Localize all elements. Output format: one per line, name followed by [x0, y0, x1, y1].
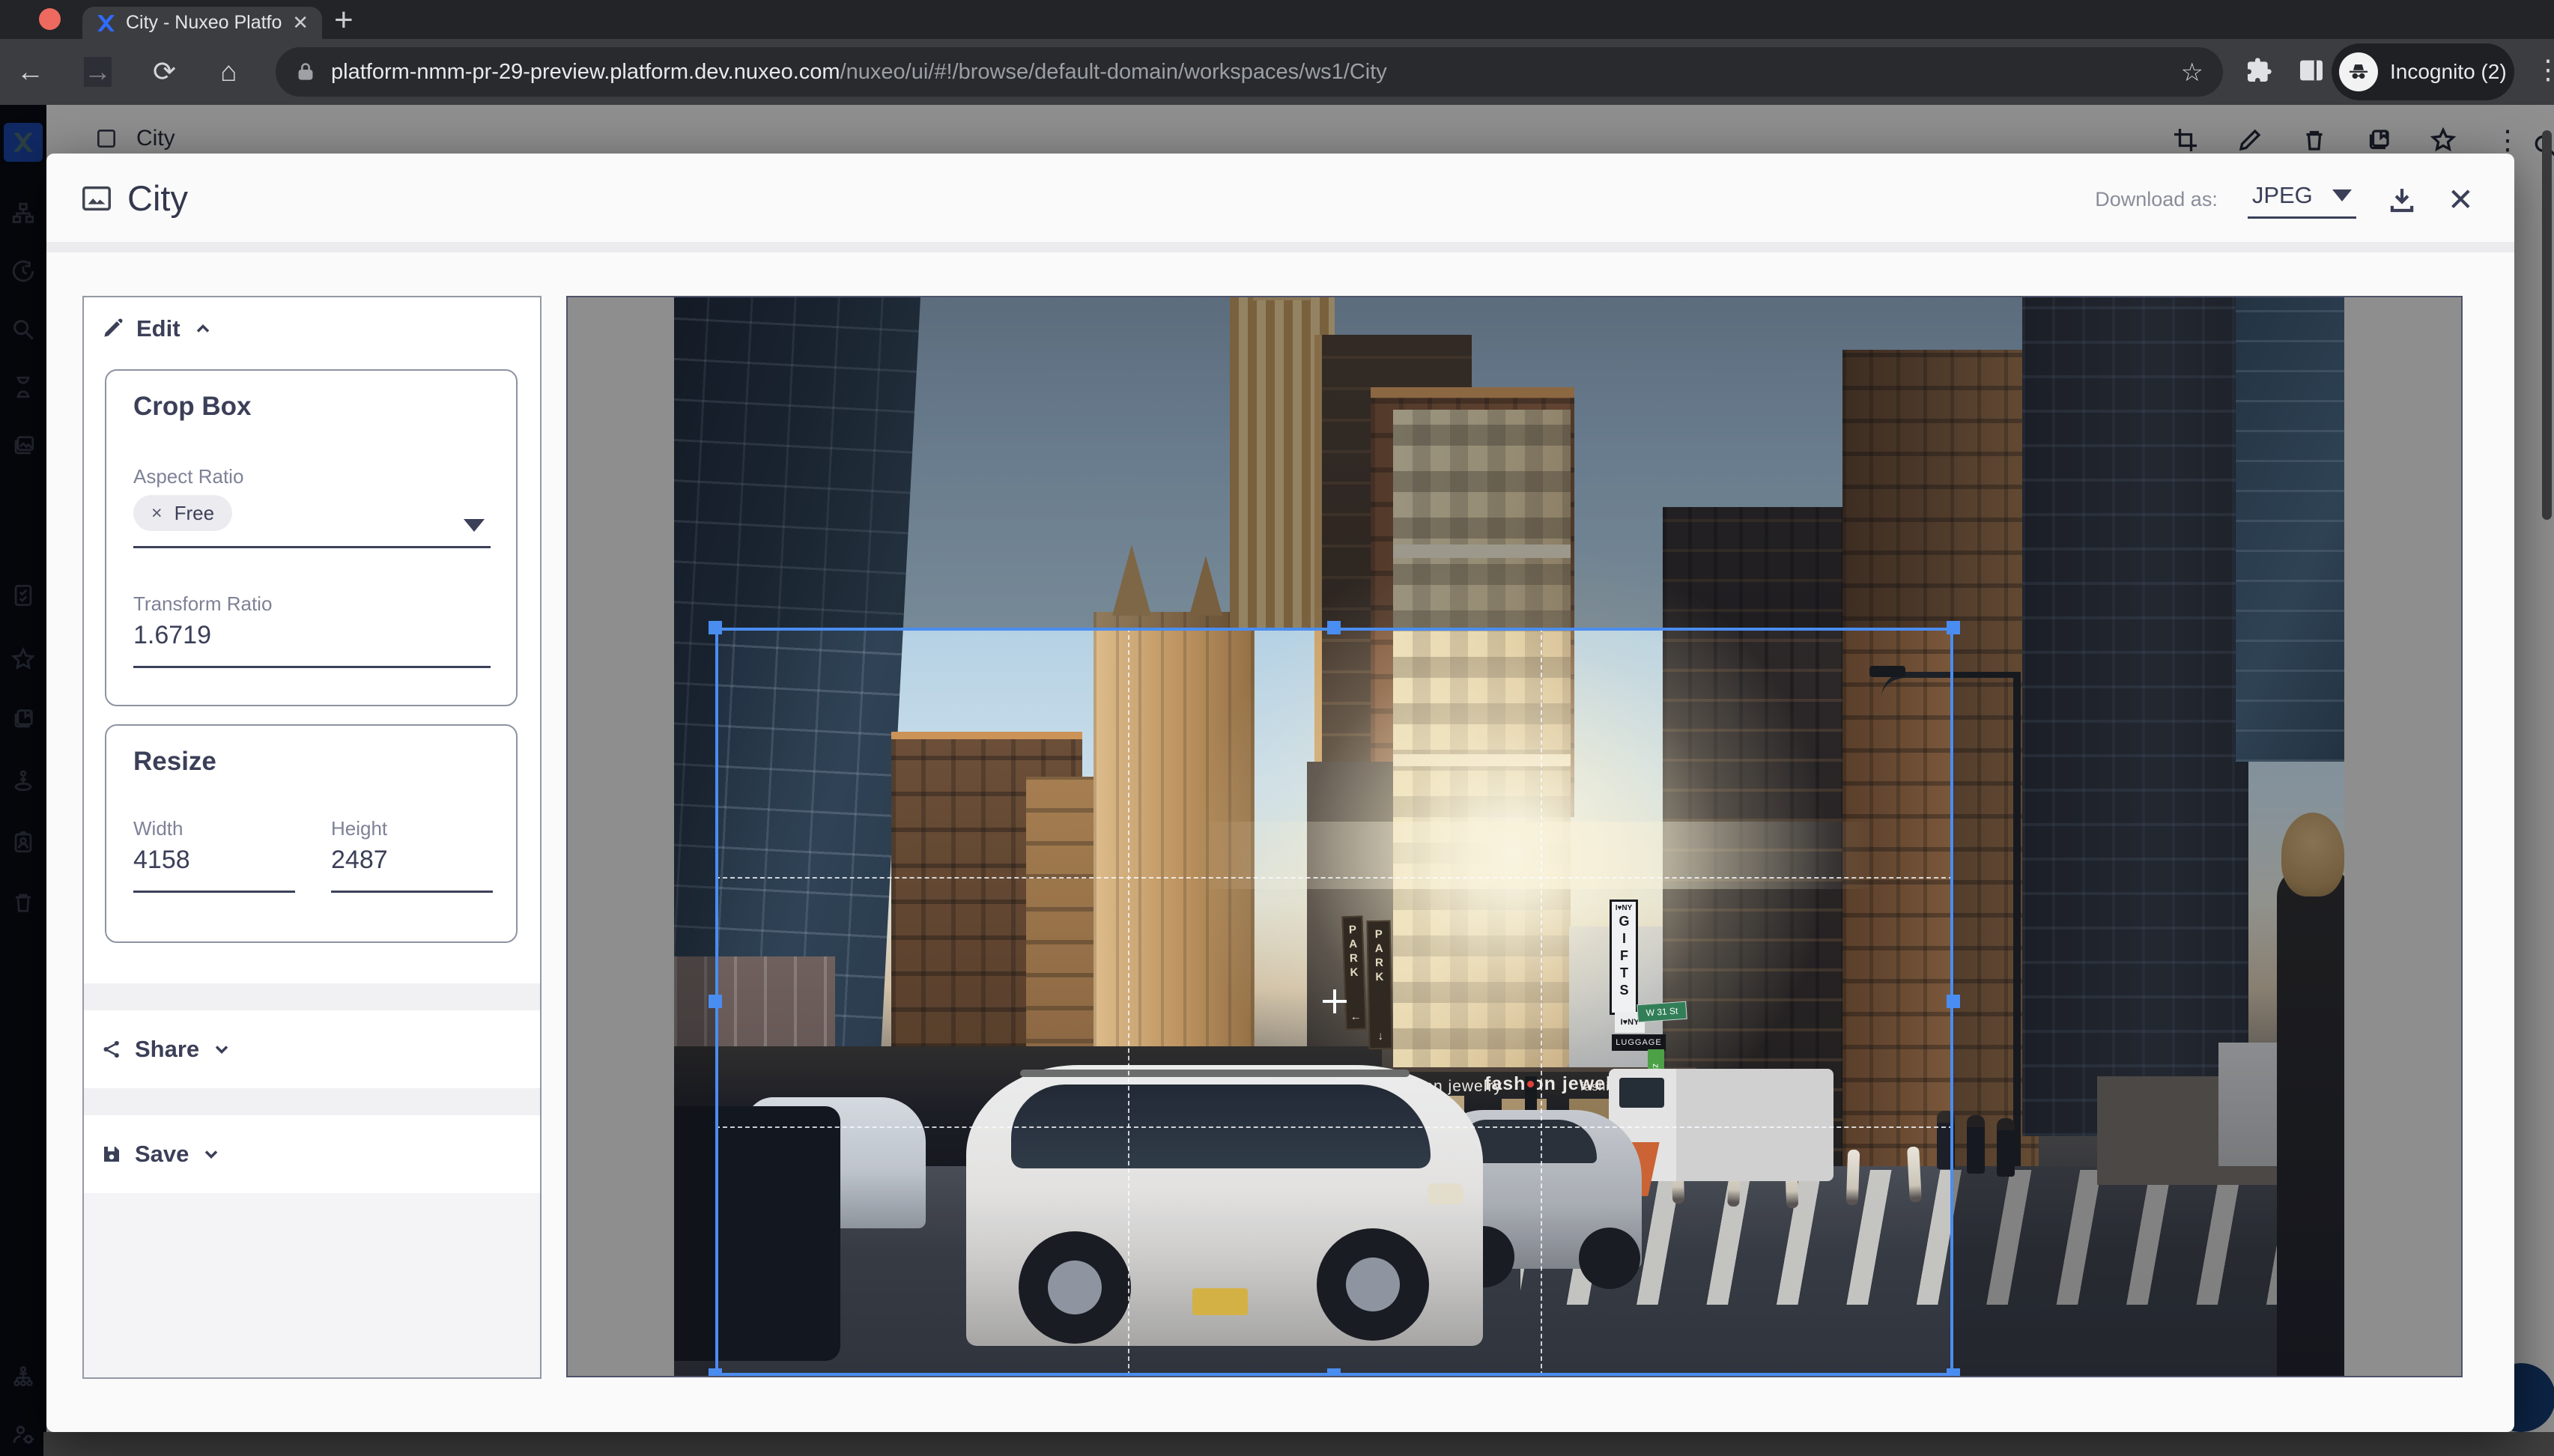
dialog-title: City — [127, 178, 188, 219]
lock-icon — [295, 61, 316, 82]
forward-icon[interactable]: → — [84, 57, 112, 87]
incognito-label: Incognito (2) — [2390, 60, 2507, 84]
share-icon — [100, 1038, 123, 1061]
crop-handle-top-right[interactable] — [1947, 621, 1960, 634]
crop-handle-middle-right[interactable] — [1947, 995, 1960, 1008]
extensions-icon[interactable] — [2244, 55, 2274, 85]
tab-strip: City - Nuxeo Platform ✕ + — [0, 0, 2554, 39]
chevron-down-icon — [201, 1144, 222, 1165]
url-text: platform-nmm-pr-29-preview.platform.dev.… — [331, 60, 1387, 85]
browser-menu-icon[interactable]: ⋮ — [2535, 54, 2554, 85]
download-format-select[interactable]: JPEG — [2248, 181, 2356, 219]
home-icon[interactable]: ⌂ — [220, 57, 237, 87]
share-section-toggle[interactable]: Share — [84, 1010, 540, 1088]
crop-box-card: Crop Box Aspect Ratio × Free Transform R… — [105, 369, 518, 706]
chevron-up-icon — [192, 318, 213, 339]
transform-ratio-input[interactable]: 1.6719 — [133, 621, 211, 650]
tab-close-icon[interactable]: ✕ — [292, 11, 309, 34]
chip-label: Free — [175, 502, 214, 525]
save-icon — [100, 1143, 123, 1165]
dialog-header-controls: Download as: JPEG ✕ — [2095, 181, 2474, 219]
photo-city-street: fashion jewelry fashion jewelry fashion … — [674, 297, 2344, 1376]
crop-handle-bottom-right[interactable] — [1947, 1368, 1960, 1376]
browser-tab[interactable]: City - Nuxeo Platform ✕ — [82, 7, 322, 39]
aspect-ratio-underline — [133, 546, 491, 548]
browser-toolbar: ← → ⟳ ⌂ platform-nmm-pr-29-preview.platf… — [0, 39, 2554, 105]
url-host: platform-nmm-pr-29-preview.platform.dev.… — [331, 60, 840, 84]
crop-selection-box[interactable] — [715, 628, 1953, 1376]
crop-handle-top-left[interactable] — [709, 621, 722, 634]
aspect-ratio-dropdown-caret[interactable] — [464, 519, 485, 532]
aspect-ratio-chip[interactable]: × Free — [133, 495, 232, 531]
width-input[interactable]: 4158 — [133, 846, 190, 875]
panel-footer — [84, 1193, 540, 1377]
crop-dim-overlay-right — [1953, 628, 2344, 1376]
chip-remove-icon[interactable]: × — [151, 503, 163, 524]
back-icon[interactable]: ← — [16, 57, 44, 87]
bookmark-star-icon[interactable]: ☆ — [2181, 58, 2203, 88]
crop-box-title: Crop Box — [133, 392, 252, 422]
resize-card: Resize Width 4158 Height 2487 — [105, 724, 518, 943]
download-as-label: Download as: — [2095, 188, 2218, 211]
height-label: Height — [331, 817, 387, 840]
height-underline — [331, 891, 493, 893]
edit-section-label: Edit — [136, 315, 181, 342]
transform-ratio-underline — [133, 666, 491, 668]
height-input[interactable]: 2487 — [331, 846, 388, 875]
section-divider — [84, 1088, 540, 1115]
incognito-badge[interactable]: Incognito (2) — [2332, 43, 2514, 100]
share-section-label: Share — [135, 1036, 199, 1063]
browser-window: City - Nuxeo Platform ✕ + ← → ⟳ ⌂ platfo… — [0, 0, 2554, 1456]
chevron-down-icon — [211, 1039, 232, 1060]
tab-title: City - Nuxeo Platform — [126, 12, 282, 34]
aspect-ratio-label: Aspect Ratio — [133, 465, 243, 488]
image-viewer: fashion jewelry fashion jewelry fashion … — [566, 296, 2463, 1377]
crop-handle-bottom-middle[interactable] — [1327, 1368, 1341, 1376]
reload-icon[interactable]: ⟳ — [153, 57, 176, 87]
url-path: /nuxeo/ui/#!/browse/default-domain/works… — [840, 60, 1387, 84]
header-divider — [46, 242, 2514, 252]
width-underline — [133, 891, 295, 893]
dialog-title-group: City — [79, 178, 188, 219]
crop-handle-top-middle[interactable] — [1327, 621, 1341, 634]
crop-dim-overlay-top — [674, 297, 2344, 628]
resize-title: Resize — [133, 747, 216, 777]
nuxeo-favicon — [96, 13, 115, 33]
address-bar[interactable]: platform-nmm-pr-29-preview.platform.dev.… — [276, 47, 2223, 97]
download-format-value: JPEG — [2252, 182, 2313, 209]
new-tab-button[interactable]: + — [334, 1, 354, 39]
side-panel-icon[interactable] — [2296, 55, 2326, 85]
crop-handle-bottom-left[interactable] — [709, 1368, 722, 1376]
window-close-button[interactable] — [39, 8, 61, 30]
pencil-icon — [100, 317, 124, 341]
download-icon[interactable] — [2386, 184, 2418, 216]
chevron-down-icon — [2332, 189, 2352, 201]
save-section-label: Save — [135, 1141, 189, 1168]
section-divider — [84, 983, 540, 1010]
save-section-toggle[interactable]: Save — [84, 1115, 540, 1193]
transform-ratio-label: Transform Ratio — [133, 592, 272, 616]
image-edit-dialog: City Download as: JPEG ✕ Edit Crop Box A… — [46, 154, 2514, 1432]
edit-section-toggle[interactable]: Edit — [100, 315, 213, 342]
close-icon[interactable]: ✕ — [2448, 184, 2474, 216]
image-icon — [79, 181, 114, 216]
incognito-icon — [2339, 52, 2378, 91]
width-label: Width — [133, 817, 183, 840]
edit-panel: Edit Crop Box Aspect Ratio × Free Transf… — [82, 296, 542, 1379]
crop-handle-middle-left[interactable] — [709, 995, 722, 1008]
